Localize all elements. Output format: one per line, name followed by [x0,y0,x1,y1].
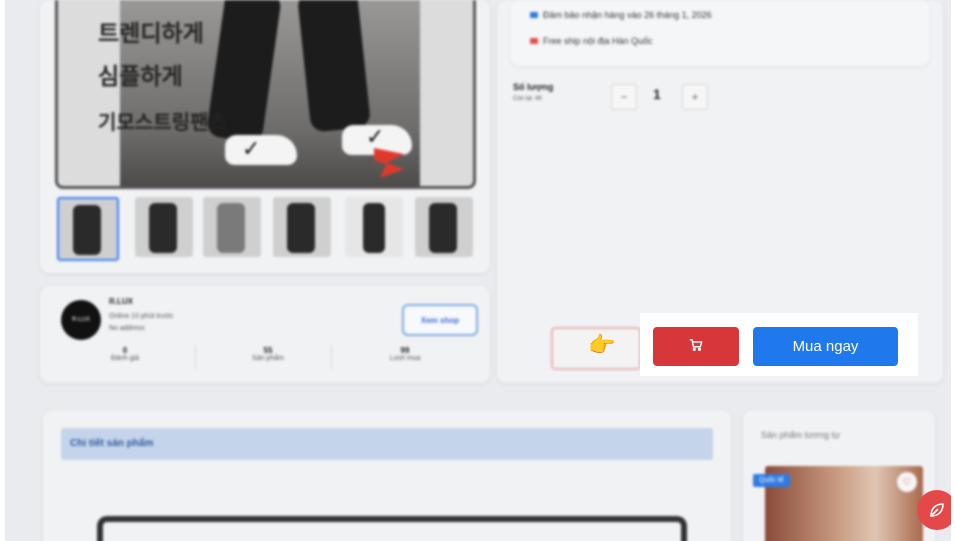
blurred-background: ✓ ✓ 트렌디하게 심플하게 기모스트링팬츠 R-LUX R.LUX Onlin… [5,0,951,541]
add-to-cart-button[interactable] [653,327,739,366]
details-title: Chi tiết sản phẩm [61,428,713,460]
leaf-icon [930,503,944,517]
quantity-label: Số lượng [513,82,554,92]
stat-reviews: 0 Đánh giá [110,346,140,362]
view-shop-button[interactable]: Xem shop [402,304,478,336]
shop-name[interactable]: R.LUX [109,297,133,306]
stock-remaining: Còn lại: 49 [513,96,542,102]
promo-text-3: 기모스트링팬츠 [98,110,227,134]
similar-products-title: Sản phẩm tương tự [761,430,840,440]
shop-address: No address [109,325,145,332]
quantity-value[interactable]: 1 [653,86,661,102]
thumbnail-5[interactable] [345,197,403,257]
buy-now-button[interactable]: Mua ngay [753,327,898,366]
quantity-decrease-button[interactable]: − [611,84,637,110]
quantity-increase-button[interactable]: + [682,84,708,110]
thumbnail-3[interactable] [203,197,261,257]
page-frame: ✓ ✓ 트렌디하게 심플하게 기모스트링팬츠 R-LUX R.LUX Onlin… [5,0,951,541]
shield-icon [530,12,538,18]
shop-avatar[interactable]: R-LUX [61,300,101,340]
stat-products: 55 Sản phẩm [252,346,284,362]
heart-icon[interactable]: ♡ [897,472,917,492]
divider [195,345,196,369]
promo-text-2: 심플하게 [98,64,183,90]
divider [331,345,332,369]
stat-purchases: 99 Lượt mua [389,346,421,362]
main-product-image[interactable]: ✓ ✓ 트렌디하게 심플하게 기모스트링팬츠 [55,0,476,189]
free-shipping: Free ship nội địa Hàn Quốc [530,36,653,46]
truck-icon [530,38,538,44]
thumbnail-4[interactable] [273,197,331,257]
shopping-cart-icon [689,338,703,355]
shop-online-status: Online 10 phút trước [109,313,174,320]
thumbnail-6[interactable] [415,197,473,257]
pointing-hand-icon: 👉 [588,332,616,357]
chat-floating-button[interactable] [917,490,951,530]
details-image-frame [97,516,687,541]
thumbnail-2[interactable] [135,197,193,257]
international-badge: Quốc tế [753,474,790,487]
delivery-guarantee: Đảm bảo nhận hàng vào 26 tháng 1, 2026 [530,10,712,20]
promo-text-1: 트렌디하게 [98,21,204,47]
thumbnail-1[interactable] [57,197,119,261]
